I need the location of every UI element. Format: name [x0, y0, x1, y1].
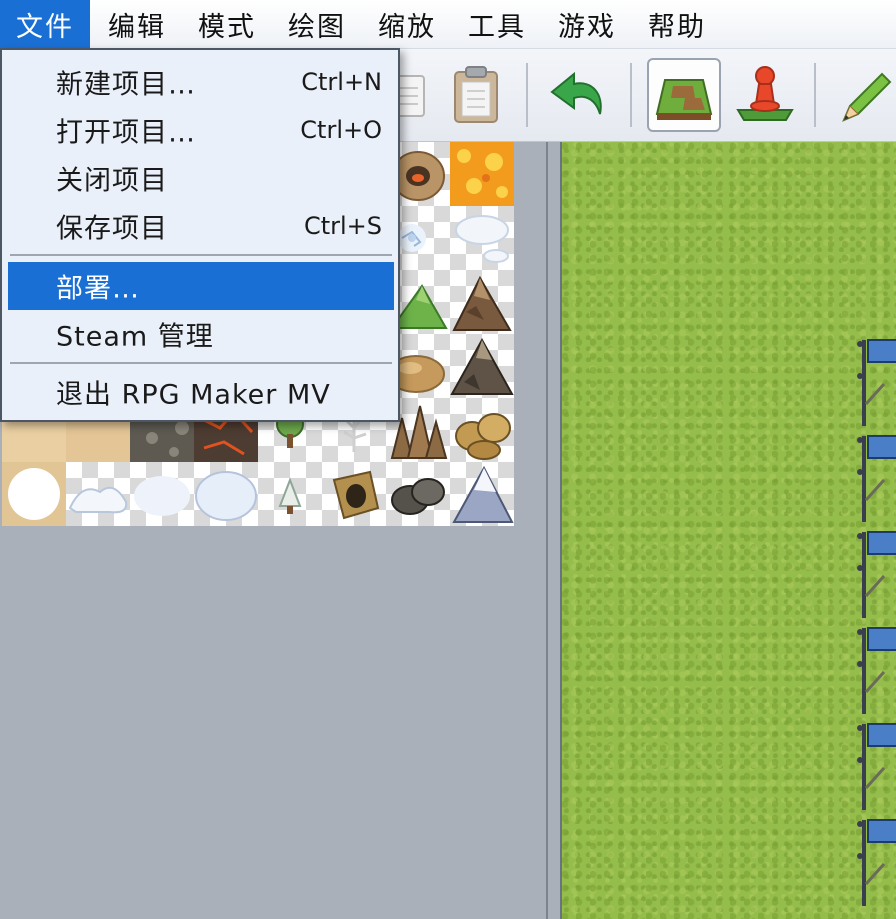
file-menu-dropdown: 新建项目… Ctrl+N 打开项目… Ctrl+O 关闭项目 保存项目 Ctrl… — [0, 48, 400, 422]
toolbar-separator — [814, 63, 816, 127]
tile-dark-mountain[interactable] — [450, 334, 514, 398]
fence-sprite-icon — [857, 435, 896, 522]
menu-bar: 文件 编辑 模式 绘图 缩放 工具 游戏 帮助 — [0, 0, 896, 49]
tile-lava[interactable] — [450, 142, 514, 206]
menu-edit[interactable]: 编辑 — [90, 0, 182, 48]
pencil-button[interactable] — [830, 58, 896, 132]
map-canvas[interactable] — [560, 142, 896, 919]
menu-separator — [10, 362, 392, 364]
tile-pit[interactable] — [322, 462, 386, 526]
toolbar-separator — [630, 63, 632, 127]
toolbar-separator — [526, 63, 528, 127]
menu-draw[interactable]: 绘图 — [272, 0, 362, 48]
menu-item-label: 部署… — [56, 273, 140, 305]
event-mode-button[interactable] — [728, 58, 802, 132]
menu-item-shortcut: Ctrl+O — [300, 116, 382, 144]
snow-drift-tile-icon — [68, 486, 128, 514]
undo-icon — [550, 71, 602, 115]
cloud-tile-icon — [455, 215, 509, 263]
fence-sprite-icon — [857, 819, 896, 906]
menu-item-label: 新建项目… — [56, 69, 196, 101]
paste-button[interactable] — [440, 58, 514, 132]
tile-dark-boulders[interactable] — [386, 462, 450, 526]
menu-item-exit[interactable]: 退出 RPG Maker MV — [8, 368, 394, 416]
snow-mountain-tile-icon — [452, 465, 514, 523]
menu-item-label: 退出 RPG Maker MV — [56, 379, 331, 411]
fence-sprite-icon — [857, 627, 896, 714]
menu-item-label: 关闭项目 — [56, 165, 168, 197]
menu-file[interactable]: 文件 — [0, 0, 90, 48]
menu-item-save-project[interactable]: 保存项目 Ctrl+S — [8, 202, 394, 250]
tile-snow-tree[interactable] — [258, 462, 322, 526]
snow-cloud-tile-icon — [195, 471, 257, 521]
pit-tile-icon — [332, 470, 380, 520]
dark-mountain-tile-icon — [450, 337, 514, 395]
undo-button[interactable] — [544, 58, 618, 132]
boulders-tile-icon — [455, 413, 511, 460]
snow-sand-tile-icon — [2, 462, 66, 526]
snow-cloud-tile-icon — [134, 476, 190, 516]
fence-sprite-icon — [857, 339, 896, 426]
tile-snow-mountain[interactable] — [450, 462, 514, 526]
menu-separator — [10, 254, 392, 256]
menu-tools[interactable]: 工具 — [452, 0, 542, 48]
menu-item-shortcut: Ctrl+S — [303, 212, 382, 240]
menu-item-label: 打开项目… — [56, 117, 196, 149]
fence-sprite-icon — [857, 723, 896, 810]
menu-item-label: 保存项目 — [56, 213, 168, 245]
menu-help[interactable]: 帮助 — [632, 0, 722, 48]
map-mode-icon — [655, 79, 713, 120]
paste-icon — [454, 66, 498, 123]
fence-sprite-icon — [857, 531, 896, 618]
tile-snow-drift[interactable] — [66, 462, 130, 526]
rock-mountain-tile-icon — [452, 275, 512, 331]
menu-item-open-project[interactable]: 打开项目… Ctrl+O — [8, 106, 394, 154]
tile-rock-mountain[interactable] — [450, 270, 514, 334]
menu-item-label: Steam 管理 — [56, 321, 214, 353]
event-mode-icon — [736, 66, 794, 121]
tile-boulders[interactable] — [450, 398, 514, 462]
snow-tree-tile-icon — [278, 477, 302, 514]
map-mode-button[interactable] — [647, 58, 721, 132]
tile-snow-sand[interactable] — [2, 462, 66, 526]
menu-scale[interactable]: 缩放 — [362, 0, 452, 48]
menu-game[interactable]: 游戏 — [542, 0, 632, 48]
tile-cloud[interactable] — [450, 206, 514, 270]
tile-snow-cloud[interactable] — [130, 462, 194, 526]
lava-tile-icon — [450, 142, 514, 206]
menu-item-shortcut: Ctrl+N — [301, 68, 382, 96]
menu-mode[interactable]: 模式 — [182, 0, 272, 48]
menu-item-close-project[interactable]: 关闭项目 — [8, 154, 394, 202]
map-editor-frame — [548, 142, 896, 919]
menu-item-deploy[interactable]: 部署… — [8, 262, 394, 310]
pencil-icon — [842, 72, 892, 122]
dark-boulders-tile-icon — [391, 478, 445, 515]
menu-item-steam[interactable]: Steam 管理 — [8, 310, 394, 358]
menu-item-new-project[interactable]: 新建项目… Ctrl+N — [8, 58, 394, 106]
tile-snow-cloud[interactable] — [194, 462, 258, 526]
